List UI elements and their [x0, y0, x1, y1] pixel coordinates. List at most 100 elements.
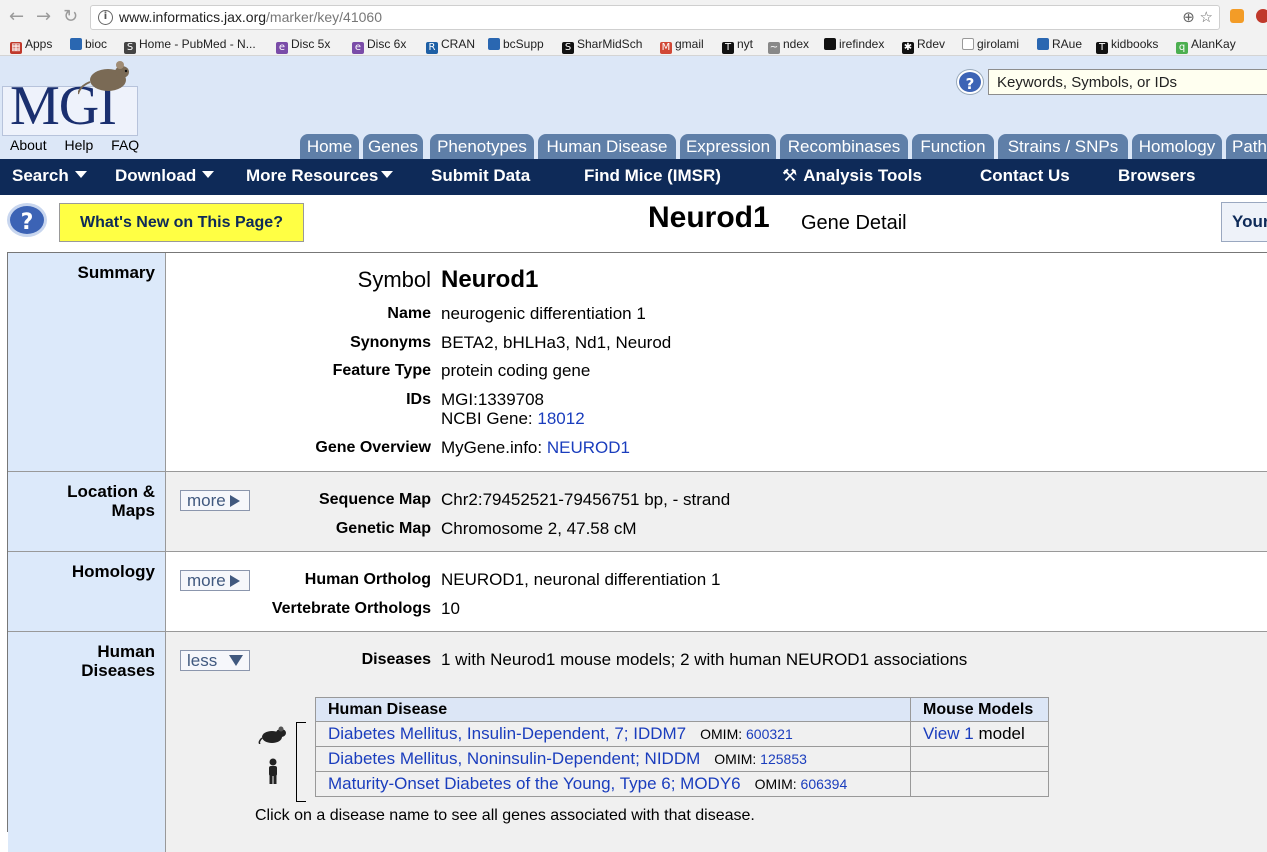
menu-download[interactable]: Download	[115, 166, 215, 186]
bookmark-girolami[interactable]: girolami	[962, 37, 1019, 51]
zoom-icon[interactable]: ⊕	[1182, 8, 1195, 26]
rss-extension-icon[interactable]	[1230, 9, 1244, 23]
tab-function[interactable]: Function	[912, 134, 994, 159]
nyt-icon: T	[722, 42, 734, 54]
apps-icon: ▦	[10, 42, 22, 54]
menu-browsers[interactable]: Browsers	[1118, 166, 1195, 186]
main-menu: Search Download More Resources Submit Da…	[0, 159, 1267, 195]
tab-genes[interactable]: Genes	[363, 134, 423, 159]
url-text[interactable]: www.informatics.jax.org/marker/key/41060	[119, 9, 382, 25]
feature-type-value: protein coding gene	[441, 361, 591, 380]
genetic-map-value: Chromosome 2, 47.58 cM	[441, 519, 637, 538]
ncbi-gene-link[interactable]: 18012	[537, 409, 584, 428]
bookmark-gmail[interactable]: Mgmail	[660, 37, 704, 54]
location-row: Location & Maps more Sequence Map Chr2:79…	[8, 472, 1267, 552]
ncbi-gene-line: NCBI Gene: 18012	[441, 409, 585, 429]
tab-home[interactable]: Home	[300, 134, 359, 159]
bookmark-bcsupp[interactable]: bcSupp	[488, 37, 544, 51]
bookmark-kidbooks[interactable]: Tkidbooks	[1096, 37, 1158, 54]
bookmark-alankay[interactable]: q AlanKay	[1176, 37, 1236, 54]
bookmark-nyt[interactable]: Tnyt	[722, 37, 753, 54]
your-input-button[interactable]: Your	[1221, 202, 1267, 242]
omim-link[interactable]: 606394	[801, 776, 848, 792]
adblock-extension-icon[interactable]	[1256, 9, 1267, 23]
mgi-id: MGI:1339708	[441, 390, 545, 409]
bookmark-ndex[interactable]: ~ ndex	[768, 37, 809, 54]
ncbi-prefix: NCBI Gene:	[441, 409, 533, 428]
reload-icon[interactable]: ↻	[63, 7, 78, 27]
url-path: /marker/key/41060	[266, 9, 382, 25]
bookmark-pubmed[interactable]: S Home - PubMed - N...	[124, 37, 256, 54]
disease-cell: Diabetes Mellitus, Noninsulin-Dependent;…	[315, 746, 911, 772]
diseases-summary: 1 with Neurod1 mouse models; 2 with huma…	[441, 650, 968, 669]
tab-phenotypes[interactable]: Phenotypes	[430, 134, 534, 159]
header-links: About Help FAQ	[10, 137, 153, 153]
bookmark-bioc[interactable]: bioc	[70, 37, 107, 51]
gene-overview-label: Gene Overview	[315, 439, 431, 456]
mygene-link[interactable]: NEUROD1	[547, 438, 630, 457]
mouse-models-cell: View 1 model	[910, 721, 1049, 747]
tab-expression[interactable]: Expression	[680, 134, 776, 159]
info-icon[interactable]: i	[98, 10, 113, 25]
bookmark-rdev[interactable]: ✱ Rdev	[902, 37, 945, 54]
tab-strains-snps[interactable]: Strains / SNPs	[998, 134, 1128, 159]
page-help-icon[interactable]: ?	[7, 203, 47, 237]
about-link[interactable]: About	[10, 137, 47, 153]
bookmark-cran[interactable]: R CRAN	[426, 37, 475, 54]
quick-search-input[interactable]: Keywords, Symbols, or IDs	[988, 69, 1267, 95]
menu-more-resources[interactable]: More Resources	[246, 166, 394, 186]
star-icon[interactable]: ☆	[1200, 8, 1213, 26]
help-question-icon[interactable]: ?	[957, 70, 983, 94]
faq-link[interactable]: FAQ	[111, 137, 139, 153]
mygene-prefix: MyGene.info:	[441, 438, 543, 457]
bcsupp-icon	[488, 38, 500, 50]
gene-detail-table: Summary Symbol Neurod1 Name neurogenic d…	[7, 252, 1267, 852]
tab-pathways[interactable]: Path	[1226, 134, 1267, 159]
page-title: Neurod1	[648, 201, 770, 234]
ndex-icon: ~	[768, 42, 780, 54]
bookmark-disc6x[interactable]: e Disc 6x	[352, 37, 406, 54]
human-ortholog-label: Human Ortholog	[304, 571, 431, 588]
name-value: neurogenic differentiation 1	[441, 304, 646, 323]
bookmark-irefindex[interactable]: irefindex	[824, 37, 884, 51]
disease-link[interactable]: Diabetes Mellitus, Insulin-Dependent, 7;…	[328, 724, 686, 743]
page-icon	[962, 38, 974, 50]
address-bar[interactable]: i www.informatics.jax.org/marker/key/410…	[90, 5, 1220, 30]
back-icon[interactable]: ←	[9, 7, 24, 27]
table-row: Diabetes Mellitus, Noninsulin-Dependent;…	[315, 746, 1049, 772]
quora-icon: q	[1176, 42, 1188, 54]
bookmark-raue[interactable]: RAue	[1037, 37, 1082, 51]
homology-label: Homology	[8, 552, 166, 631]
tab-human-disease[interactable]: Human Disease	[538, 134, 676, 159]
forward-icon[interactable]: →	[36, 7, 51, 27]
view-models-link[interactable]: View 1	[923, 724, 974, 743]
omim-link[interactable]: 125853	[760, 751, 807, 767]
association-bracket	[296, 722, 306, 802]
bookmark-label: Rdev	[917, 37, 946, 51]
bookmark-label: SharMidSch	[577, 37, 643, 51]
bookmark-apps[interactable]: ▦ Apps	[10, 37, 52, 54]
bookmark-disc5x[interactable]: e Disc 5x	[276, 37, 330, 54]
vertebrate-orthologs-label: Vertebrate Orthologs	[271, 600, 431, 617]
help-link[interactable]: Help	[64, 137, 93, 153]
menu-analysis-tools[interactable]: ⚒ Analysis Tools	[782, 166, 922, 186]
omim-link[interactable]: 600321	[746, 726, 793, 742]
human-ortholog-value: NEUROD1, neuronal differentiation 1	[441, 570, 721, 589]
menu-find-mice[interactable]: Find Mice (IMSR)	[584, 166, 721, 186]
menu-contact-us[interactable]: Contact Us	[980, 166, 1070, 186]
model-count: 1	[964, 724, 974, 743]
menu-search[interactable]: Search	[12, 166, 87, 186]
bookmarks-bar: ▦ Apps bioc S Home - PubMed - N... e Disc 5…	[0, 34, 1267, 56]
disease-link[interactable]: Maturity-Onset Diabetes of the Young, Ty…	[328, 774, 741, 793]
disease-click-note: Click on a disease name to see all genes…	[255, 807, 755, 824]
col-mouse-models: Mouse Models	[910, 697, 1049, 722]
tab-homology[interactable]: Homology	[1132, 134, 1222, 159]
whats-new-button[interactable]: What's New on This Page?	[59, 203, 304, 242]
disease-link[interactable]: Diabetes Mellitus, Noninsulin-Dependent;…	[328, 749, 700, 768]
rdev-icon: ✱	[902, 42, 914, 54]
bookmark-label: bioc	[85, 37, 108, 51]
bookmark-sharmidsch[interactable]: S SharMidSch	[562, 37, 642, 54]
menu-submit-data[interactable]: Submit Data	[431, 166, 530, 186]
bookmark-label: Apps	[25, 37, 53, 51]
tab-recombinases[interactable]: Recombinases	[780, 134, 908, 159]
